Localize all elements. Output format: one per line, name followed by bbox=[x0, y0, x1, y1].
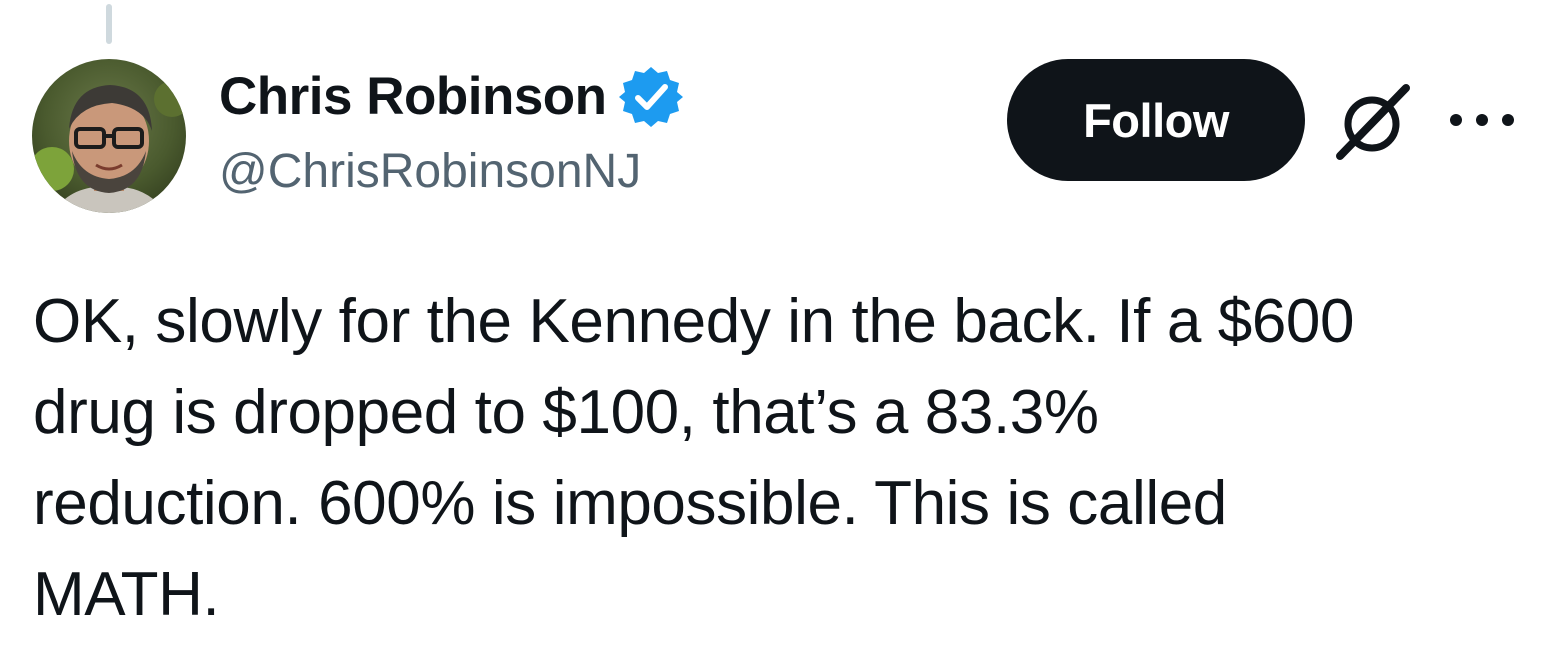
author-display-name[interactable]: Chris Robinson bbox=[219, 64, 607, 130]
verified-badge-icon[interactable] bbox=[618, 65, 683, 129]
thread-connector-line bbox=[106, 4, 112, 44]
author-name-row: Chris Robinson bbox=[219, 64, 683, 130]
tweet-text: OK, slowly for the Kennedy in the back. … bbox=[33, 287, 1355, 629]
avatar[interactable] bbox=[32, 59, 186, 213]
follow-button[interactable]: Follow bbox=[1007, 59, 1305, 181]
author-handle[interactable]: @ChrisRobinsonNJ bbox=[219, 142, 683, 202]
grok-icon[interactable] bbox=[1334, 82, 1414, 162]
avatar-image bbox=[32, 59, 186, 213]
more-options-icon[interactable] bbox=[1446, 104, 1518, 136]
tweet-author: Chris Robinson @ChrisRobinsonNJ bbox=[219, 64, 683, 202]
